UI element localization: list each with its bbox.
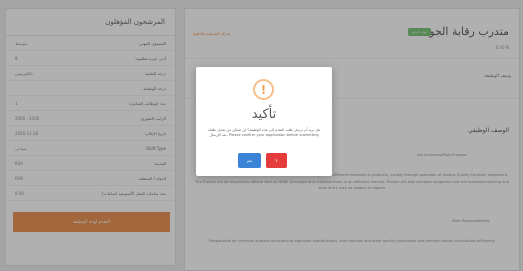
dialog-title: تأكيد [251, 107, 277, 122]
cancel-button[interactable]: لا [266, 153, 287, 168]
confirm-button[interactable]: نعم [238, 153, 261, 168]
dialog-message: هل تريد أن ترسل طلب التقدم إلى هذه الوظي… [207, 128, 321, 137]
warning-icon: ! [253, 79, 274, 100]
confirm-dialog: ! تأكيد هل تريد أن ترسل طلب التقدم إلى ه… [196, 67, 332, 176]
